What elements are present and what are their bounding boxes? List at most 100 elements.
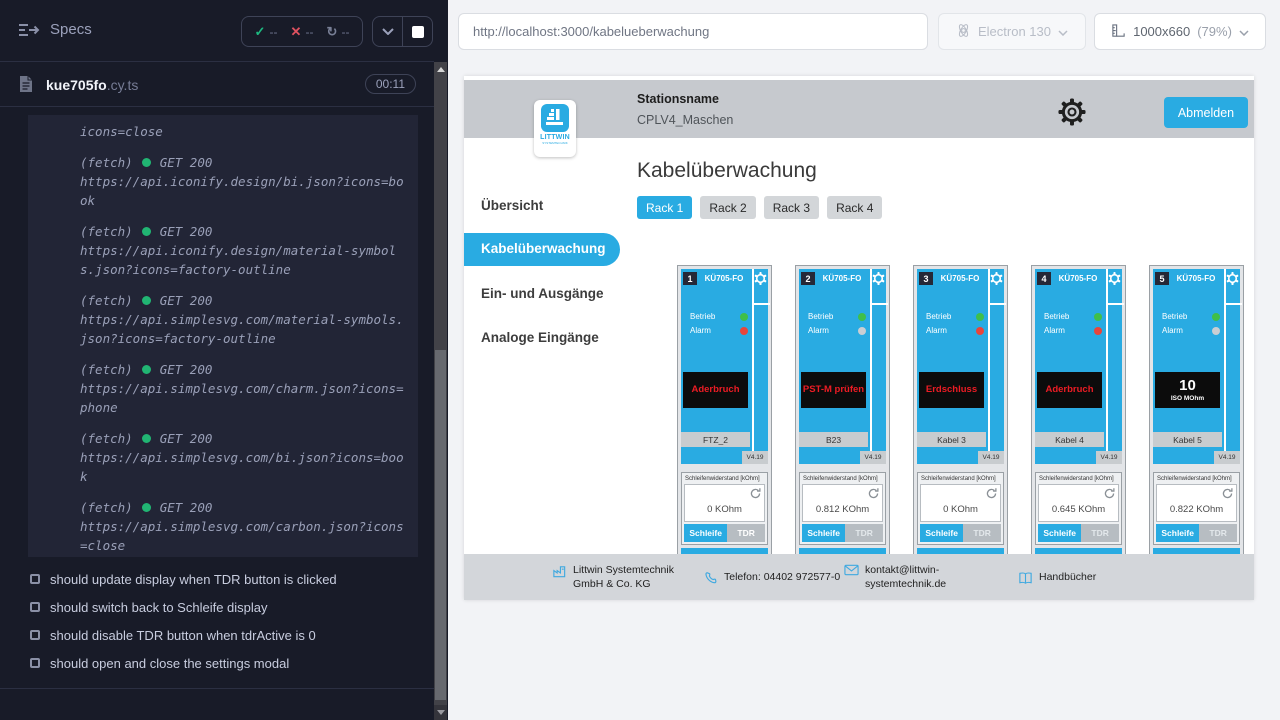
alarm-led-row: Alarm [808,326,866,335]
rack-tabs: Rack 1 Rack 2 Rack 3 Rack 4 [637,196,882,219]
browser-selector[interactable]: Electron 130 [938,13,1086,50]
sidebar-item-uebersicht[interactable]: Übersicht [481,198,543,213]
device-model: KÜ705-FO [1171,274,1221,283]
test-item[interactable]: should open and close the settings modal [0,649,434,677]
log-entry[interactable]: (fetch)GET 200 https://api.simplesvg.com… [80,360,410,417]
schleife-button[interactable]: Schleife [802,524,845,542]
cable-name-label: FTZ_2 [681,432,750,447]
viewport-selector[interactable]: 1000x660 (79%) [1094,13,1266,50]
stat-failed: ✕-- [291,24,314,40]
firmware-version: V4.19 [1096,451,1122,464]
firmware-version: V4.19 [978,451,1004,464]
test-item[interactable]: should disable TDR button when tdrActive… [0,621,434,649]
device-card-1: 1 KÜ705-FO Betrieb Alarm Aderbruch FTZ_2… [677,265,772,566]
betrieb-led-row: Betrieb [808,312,866,321]
reporter-scrollbar[interactable] [434,62,447,720]
betrieb-led [858,313,866,321]
stat-passed: ✓-- [255,24,278,40]
tdr-button[interactable]: TDR [845,524,883,542]
cross-icon: ✕ [291,24,302,40]
scrollbar-thumb[interactable] [435,350,446,700]
refresh-icon[interactable] [749,487,762,500]
run-controls-group [372,16,433,47]
specs-toggle-icon[interactable] [18,22,40,40]
device-model: KÜ705-FO [935,274,985,283]
alarm-led [858,327,866,335]
schleife-button[interactable]: Schleife [920,524,963,542]
device-face: 5 KÜ705-FO Betrieb Alarm 10 ISO MOhm Kab… [1153,269,1240,464]
firmware-version: V4.19 [1214,451,1240,464]
specs-label: Specs [50,21,92,38]
test-state-icon [30,630,40,640]
footer-email[interactable]: kontakt@littwin-systemtechnik.de [844,563,978,591]
log-entry[interactable]: (fetch)GET 200 https://api.simplesvg.com… [80,498,410,555]
scroll-down-arrow[interactable] [434,705,447,720]
log-entry[interactable]: (fetch)GET 200 https://api.iconify.desig… [80,153,410,210]
settings-gear-icon[interactable] [1058,98,1086,126]
stat-pending: ↻-- [327,24,350,40]
status-ok-dot [142,434,151,443]
list-divider [0,688,434,689]
log-entry[interactable]: (fetch)GET 200 https://api.iconify.desig… [80,222,410,279]
resistance-valuebox: 0.822 KOhm [1156,484,1237,522]
littwin-logo: LITTWIN SYSTEMTECHNIK [534,100,576,157]
refresh-icon[interactable] [985,487,998,500]
tdr-button[interactable]: TDR [1081,524,1119,542]
resistance-panel: Schleifenwiderstand [kOhm] 0 KOhm Schlei… [917,472,1004,545]
alarm-led [740,327,748,335]
log-entry[interactable]: (fetch)GET 200 https://api.simplesvg.com… [80,291,410,348]
sidebar-item-kabelueberwachung[interactable]: Kabelüberwachung [464,233,620,266]
schleife-button[interactable]: Schleife [1156,524,1199,542]
footer-manuals[interactable]: Handbücher [1018,570,1096,585]
log-entry[interactable]: icons=close [80,122,410,141]
schleife-button[interactable]: Schleife [684,524,727,542]
tdr-button[interactable]: TDR [727,524,765,542]
device-gear-icon[interactable] [872,272,885,285]
url-bar[interactable]: http://localhost:3000/kabelueberwachung [458,13,928,50]
page-title: Kabelüberwachung [637,159,817,183]
betrieb-led [740,313,748,321]
device-gear-icon[interactable] [990,272,1003,285]
resistance-valuebox: 0 KOhm [684,484,765,522]
sidebar-item-ein-und-ausgaenge[interactable]: Ein- und Ausgänge [481,286,604,301]
alarm-led-row: Alarm [690,326,748,335]
tdr-button[interactable]: TDR [1199,524,1237,542]
device-side-column [1106,269,1122,464]
tab-rack-1[interactable]: Rack 1 [637,196,692,219]
schleife-button[interactable]: Schleife [1038,524,1081,542]
device-face: 2 KÜ705-FO Betrieb Alarm PST-M prüfen B2… [799,269,886,464]
check-icon: ✓ [255,24,266,40]
device-face: 4 KÜ705-FO Betrieb Alarm Aderbruch Kabel… [1035,269,1122,464]
scroll-up-arrow[interactable] [434,62,447,77]
tab-rack-4[interactable]: Rack 4 [827,196,882,219]
sidebar-item-analoge-eingaenge[interactable]: Analoge Eingänge [481,330,599,345]
book-icon [1018,571,1033,585]
refresh-icon[interactable] [1103,487,1116,500]
resistance-panel: Schleifenwiderstand [kOhm] 0 KOhm Schlei… [681,472,768,545]
footer-phone: Telefon: 04402 972577-0 [704,570,844,585]
device-gear-icon[interactable] [1108,272,1121,285]
logout-button[interactable]: Abmelden [1164,97,1248,128]
spec-file-icon [19,75,33,98]
tdr-button[interactable]: TDR [963,524,1001,542]
device-side-column [870,269,886,464]
test-item[interactable]: should switch back to Schleife display [0,593,434,621]
device-gear-icon[interactable] [754,272,767,285]
tab-rack-2[interactable]: Rack 2 [700,196,755,219]
stop-run-button[interactable] [403,17,432,46]
device-card-5: 5 KÜ705-FO Betrieb Alarm 10 ISO MOhm Kab… [1149,265,1244,566]
device-card-3: 3 KÜ705-FO Betrieb Alarm Erdschluss Kabe… [913,265,1008,566]
device-gear-icon[interactable] [1226,272,1239,285]
resistance-valuebox: 0 KOhm [920,484,1001,522]
log-entry[interactable]: (fetch)GET 200 https://api.simplesvg.com… [80,429,410,486]
firmware-version: V4.19 [860,451,886,464]
resistance-value: 0 KOhm [685,504,764,515]
test-item[interactable]: should update display when TDR button is… [0,565,434,593]
app-header: Stationsname CPLV4_Maschen [464,80,1254,138]
collapse-chevron-button[interactable] [373,17,402,46]
spec-file-row[interactable]: kue705fo.cy.ts 00:11 [0,63,434,107]
refresh-icon[interactable] [1221,487,1234,500]
tab-rack-3[interactable]: Rack 3 [764,196,819,219]
resistance-value: 0 KOhm [921,504,1000,515]
refresh-icon[interactable] [867,487,880,500]
